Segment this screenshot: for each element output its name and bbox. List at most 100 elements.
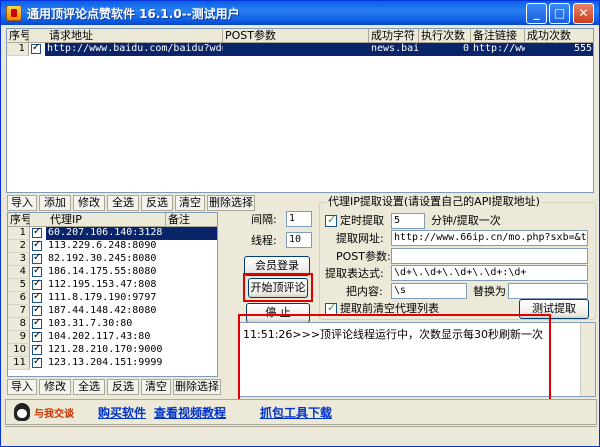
proxy-invert-button[interactable]: 反选 [107,379,139,395]
replace-label: 替换为 [473,285,506,298]
title-bar[interactable]: 通用顶评论点赞软件 16.1.0--测试用户 _ □ ✕ [1,1,599,25]
replace-input[interactable] [508,283,588,299]
row-checkbox[interactable] [32,317,42,329]
threads-label: 线程: [251,234,277,247]
row-checkbox[interactable] [32,226,42,238]
column-header[interactable]: 执行次数 [419,29,471,43]
cell-note: http://www [471,43,525,56]
task-toolbar: 导入 添加 修改 全选 反选 清空 删除选择 [7,195,255,211]
proxy-edit-button[interactable]: 修改 [39,379,71,395]
interval-input[interactable]: 1 [286,211,312,227]
proxy-ip: 113.229.6.248:8090 [48,240,157,251]
column-header[interactable]: 序号 [8,213,30,227]
proxy-clear-button[interactable]: 清空 [141,379,171,395]
regex-input[interactable]: \d+\.\d+\.\d+\.\d+:\d+ [391,265,588,281]
content-input[interactable]: \s [391,283,467,299]
capture-tool-link[interactable]: 抓包工具下载 [260,404,332,421]
column-header[interactable]: 备注链接 [471,29,525,43]
proxy-note [166,279,217,292]
proxy-note [166,331,217,344]
proxy-import-button[interactable]: 导入 [7,379,37,395]
select-all-button[interactable]: 全选 [107,195,139,211]
proxy-ip: 111.8.179.190:9797 [48,292,157,303]
cell-success-count: 555 [525,43,593,56]
row-number: 6 [8,292,30,305]
timed-extract-input[interactable]: 5 [391,213,425,229]
cell-success-str: news.baid [369,43,419,56]
column-header[interactable]: 序号 [7,29,29,43]
highlight-log-area [238,314,551,405]
proxy-ip: 123.13.204.151:9999 [48,357,163,368]
cell-post [223,43,369,56]
column-header[interactable]: 请求地址 [29,29,223,43]
row-number: 11 [8,357,30,370]
row-number: 8 [8,318,30,331]
invert-selection-button[interactable]: 反选 [141,195,173,211]
buy-software-link[interactable]: 购买软件 [98,404,146,421]
proxy-note [166,292,217,305]
row-checkbox[interactable] [32,330,42,342]
cell-url: http://www.baidu.com/baidu?wd=## [45,43,223,56]
column-header[interactable]: 代理IP [30,213,166,227]
post-input[interactable] [391,248,588,264]
proxy-ip: 121.28.210.170:9000 [48,344,163,355]
highlight-start-button [243,273,313,302]
close-button[interactable]: ✕ [573,3,594,24]
url-input[interactable]: http://www.66ip.cn/mo.php?sxb=&tqsl=10 [391,230,588,246]
row-checkbox[interactable] [32,304,42,316]
column-header[interactable]: 成功次数 [525,29,593,43]
import-button[interactable]: 导入 [7,195,37,211]
row-checkbox[interactable] [32,239,42,251]
proxy-ip: 60.207.106.140:3128 [46,227,166,240]
row-checkbox[interactable] [32,265,42,277]
video-tutorial-link[interactable]: 查看视频教程 [154,404,226,421]
main-window: 通用顶评论点赞软件 16.1.0--测试用户 _ □ ✕ 序号 请求地址 POS… [0,0,600,447]
proxy-delete-button[interactable]: 删除选择 [173,379,221,395]
timed-extract-checkbox[interactable] [325,213,337,227]
delete-selected-button[interactable]: 删除选择 [207,195,255,211]
qq-icon[interactable] [14,403,30,421]
qq-chat-label[interactable]: 与我交谈 [34,405,74,420]
row-checkbox[interactable] [32,252,42,264]
row-number: 9 [8,331,30,344]
proxy-note [166,344,217,357]
row-number: 10 [8,344,30,357]
url-label: 提取网址: [336,232,384,245]
minimize-button[interactable]: _ [526,3,547,24]
proxy-select-all-button[interactable]: 全选 [73,379,105,395]
add-button[interactable]: 添加 [39,195,71,211]
table-row[interactable]: 1 http://www.baidu.com/baidu?wd=## news.… [7,42,593,56]
maximize-button[interactable]: □ [549,3,570,24]
column-header[interactable]: 备注 [166,213,217,227]
row-checkbox[interactable] [32,291,42,303]
proxy-ip: 187.44.148.42:8080 [48,305,157,316]
row-number: 1 [8,227,30,240]
proxy-ip: 186.14.175.55:8080 [48,266,157,277]
status-bar [5,426,597,445]
proxy-ip: 112.195.153.47:808 [48,279,157,290]
post-label: POST参数: [336,250,391,263]
clear-button[interactable]: 清空 [175,195,205,211]
row-number: 5 [8,279,30,292]
regex-label: 提取表达式: [325,267,384,280]
proxy-ip: 103.31.7.30:80 [48,318,133,329]
proxy-note [166,305,217,318]
proxy-note [166,253,217,266]
threads-input[interactable]: 10 [286,232,312,248]
proxy-ip: 104.202.117.43:80 [48,331,151,342]
row-checkbox[interactable] [32,356,42,368]
row-checkbox[interactable] [32,278,42,290]
proxy-grid[interactable]: 序号 代理IP 备注 1 60.207.106.140:3128 2 113.229.… [7,212,218,377]
row-checkbox[interactable] [31,42,41,54]
edit-button[interactable]: 修改 [73,195,105,211]
task-grid[interactable]: 序号 请求地址 POST参数 成功字符 执行次数 备注链接 成功次数 1 htt… [6,28,594,193]
app-icon [6,5,22,21]
proxy-row[interactable]: 11 123.13.204.151:9999 [8,356,217,370]
proxy-note [166,227,217,240]
cell-exec: 0 [419,43,471,56]
column-header[interactable]: POST参数 [223,29,369,43]
proxy-toolbar: 导入 修改 全选 反选 清空 删除选择 [7,379,222,395]
log-scrollbar[interactable] [580,323,595,396]
column-header[interactable]: 成功字符 [369,29,419,43]
row-checkbox[interactable] [32,343,42,355]
